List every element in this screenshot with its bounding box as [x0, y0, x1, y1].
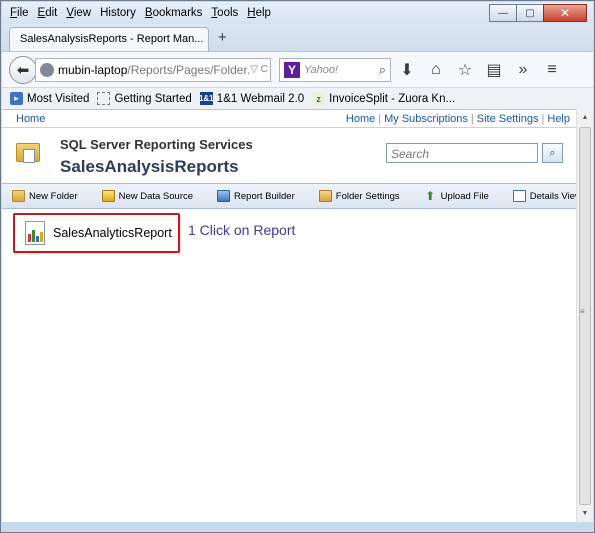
reload-icon[interactable]: ▽ C — [250, 64, 270, 75]
scroll-up-icon[interactable]: ▲ — [577, 109, 593, 126]
details-view-button[interactable]: Details View — [512, 190, 582, 202]
report-builder-icon — [217, 190, 231, 202]
url-bar[interactable]: mubin-laptop/Reports/Pages/Folder. ▽ C — [35, 57, 271, 82]
browser-window: File Edit View History Bookmarks Tools H… — [0, 0, 595, 533]
breadcrumb-home-link[interactable]: Home — [16, 113, 45, 125]
tab-sales-analysis-reports[interactable]: SalesAnalysisReports - Report Man... — [9, 27, 209, 51]
menu-bookmarks[interactable]: Bookmarks — [145, 7, 203, 19]
bookmark-most-visited[interactable]: ▸ Most Visited — [10, 92, 89, 105]
maximize-button[interactable]: ▢ — [516, 4, 544, 22]
ssrs-topbar: Home Home | My Subscriptions | Site Settings… — [2, 110, 576, 128]
page-title: SalesAnalysisReports — [60, 157, 239, 176]
top-link-home[interactable]: Home — [346, 113, 375, 125]
tab-bar: SalesAnalysisReports - Report Man... + — [2, 24, 593, 51]
menu-help[interactable]: Help — [247, 7, 271, 19]
report-builder-button[interactable]: Report Builder — [217, 190, 295, 202]
ssrs-toolbar: New Folder New Data Source Report Builde… — [2, 183, 582, 209]
top-links: Home | My Subscriptions | Site Settings | Help — [345, 112, 570, 125]
bookmarks-bar: ▸ Most Visited Getting Started 1&1 1&1 Web… — [2, 87, 593, 109]
search-bar[interactable]: Y Yahoo! ⌕ — [279, 57, 391, 82]
url-host: mubin-laptop — [58, 62, 128, 77]
navigation-bar: ⬅ mubin-laptop/Reports/Pages/Folder. ▽ C… — [2, 51, 593, 87]
ssrs-search-input[interactable]: Search — [386, 143, 538, 163]
yahoo-icon[interactable]: Y — [284, 61, 300, 78]
bookmark-star-icon[interactable]: ☆ — [452, 60, 478, 80]
top-link-help[interactable]: Help — [547, 113, 570, 125]
hamburger-menu-icon[interactable]: ≡ — [539, 61, 565, 79]
new-folder-icon — [12, 190, 25, 202]
getting-started-icon — [97, 92, 111, 105]
most-visited-icon: ▸ — [10, 92, 23, 105]
scrollbar-thumb[interactable] — [579, 127, 591, 505]
1and1-icon: 1&1 — [198, 92, 214, 105]
url-path: /Reports/Pages/Folder. — [127, 62, 251, 77]
bookmark-invoicesplit[interactable]: z InvoiceSplit - Zuora Kn... — [312, 92, 455, 105]
home-icon[interactable]: ⌂ — [423, 61, 449, 79]
globe-icon — [40, 62, 54, 77]
minimize-button[interactable]: — — [489, 4, 517, 22]
upload-file-button[interactable]: ⬆ Upload File — [424, 190, 489, 202]
folder-icon — [16, 140, 40, 163]
report-name: SalesAnalyticsReport — [53, 226, 172, 240]
download-icon[interactable]: ⬇ — [394, 60, 420, 80]
instruction-annotation: 1 Click on Report — [188, 222, 296, 238]
search-placeholder: Yahoo! — [304, 63, 339, 76]
menu-tools[interactable]: Tools — [211, 7, 238, 19]
folder-settings-icon — [318, 190, 332, 202]
window-controls: — ▢ ✕ — [489, 4, 587, 22]
report-item-sales-analytics[interactable]: SalesAnalyticsReport — [13, 213, 180, 253]
search-icon[interactable]: ⌕ — [379, 62, 386, 78]
new-folder-button[interactable]: New Folder — [12, 190, 78, 202]
top-link-my-subscriptions[interactable]: My Subscriptions — [384, 113, 468, 125]
scrollbar-grip-icon: ≡ — [580, 307, 585, 316]
vertical-scrollbar[interactable]: ▲ ≡ ▼ — [576, 109, 593, 522]
details-view-icon — [512, 190, 526, 202]
menu-bar: File Edit View History Bookmarks Tools H… — [2, 2, 593, 24]
new-data-source-button[interactable]: New Data Source — [101, 190, 193, 202]
menu-edit[interactable]: Edit — [38, 7, 58, 19]
new-tab-button[interactable]: + — [218, 29, 227, 46]
menu-view[interactable]: View — [66, 7, 91, 19]
report-icon — [23, 221, 47, 245]
status-bar — [2, 522, 593, 532]
back-arrow-icon: ⬅ — [16, 61, 30, 79]
data-source-icon — [101, 190, 115, 202]
search-icon: ⌕ — [549, 146, 556, 159]
zuora-icon: z — [312, 92, 326, 105]
page-content: Home Home | My Subscriptions | Site Settings… — [2, 109, 582, 522]
product-title: SQL Server Reporting Services — [60, 137, 253, 152]
menu-history[interactable]: History — [100, 7, 136, 19]
close-button[interactable]: ✕ — [543, 4, 587, 22]
scroll-down-icon[interactable]: ▼ — [577, 505, 593, 522]
top-link-site-settings[interactable]: Site Settings — [477, 113, 539, 125]
overflow-chevron-icon[interactable]: » — [510, 61, 536, 79]
bookmark-getting-started[interactable]: Getting Started — [97, 92, 192, 105]
ssrs-search-button[interactable]: ⌕ — [542, 143, 563, 163]
folder-settings-button[interactable]: Folder Settings — [318, 190, 400, 202]
reading-list-icon[interactable]: ▤ — [481, 60, 507, 80]
menu-file[interactable]: File — [10, 7, 29, 19]
upload-arrow-icon: ⬆ — [425, 189, 436, 203]
bookmark-1and1-webmail[interactable]: 1&1 1&1 Webmail 2.0 — [198, 92, 304, 105]
back-button[interactable]: ⬅ — [9, 55, 37, 84]
